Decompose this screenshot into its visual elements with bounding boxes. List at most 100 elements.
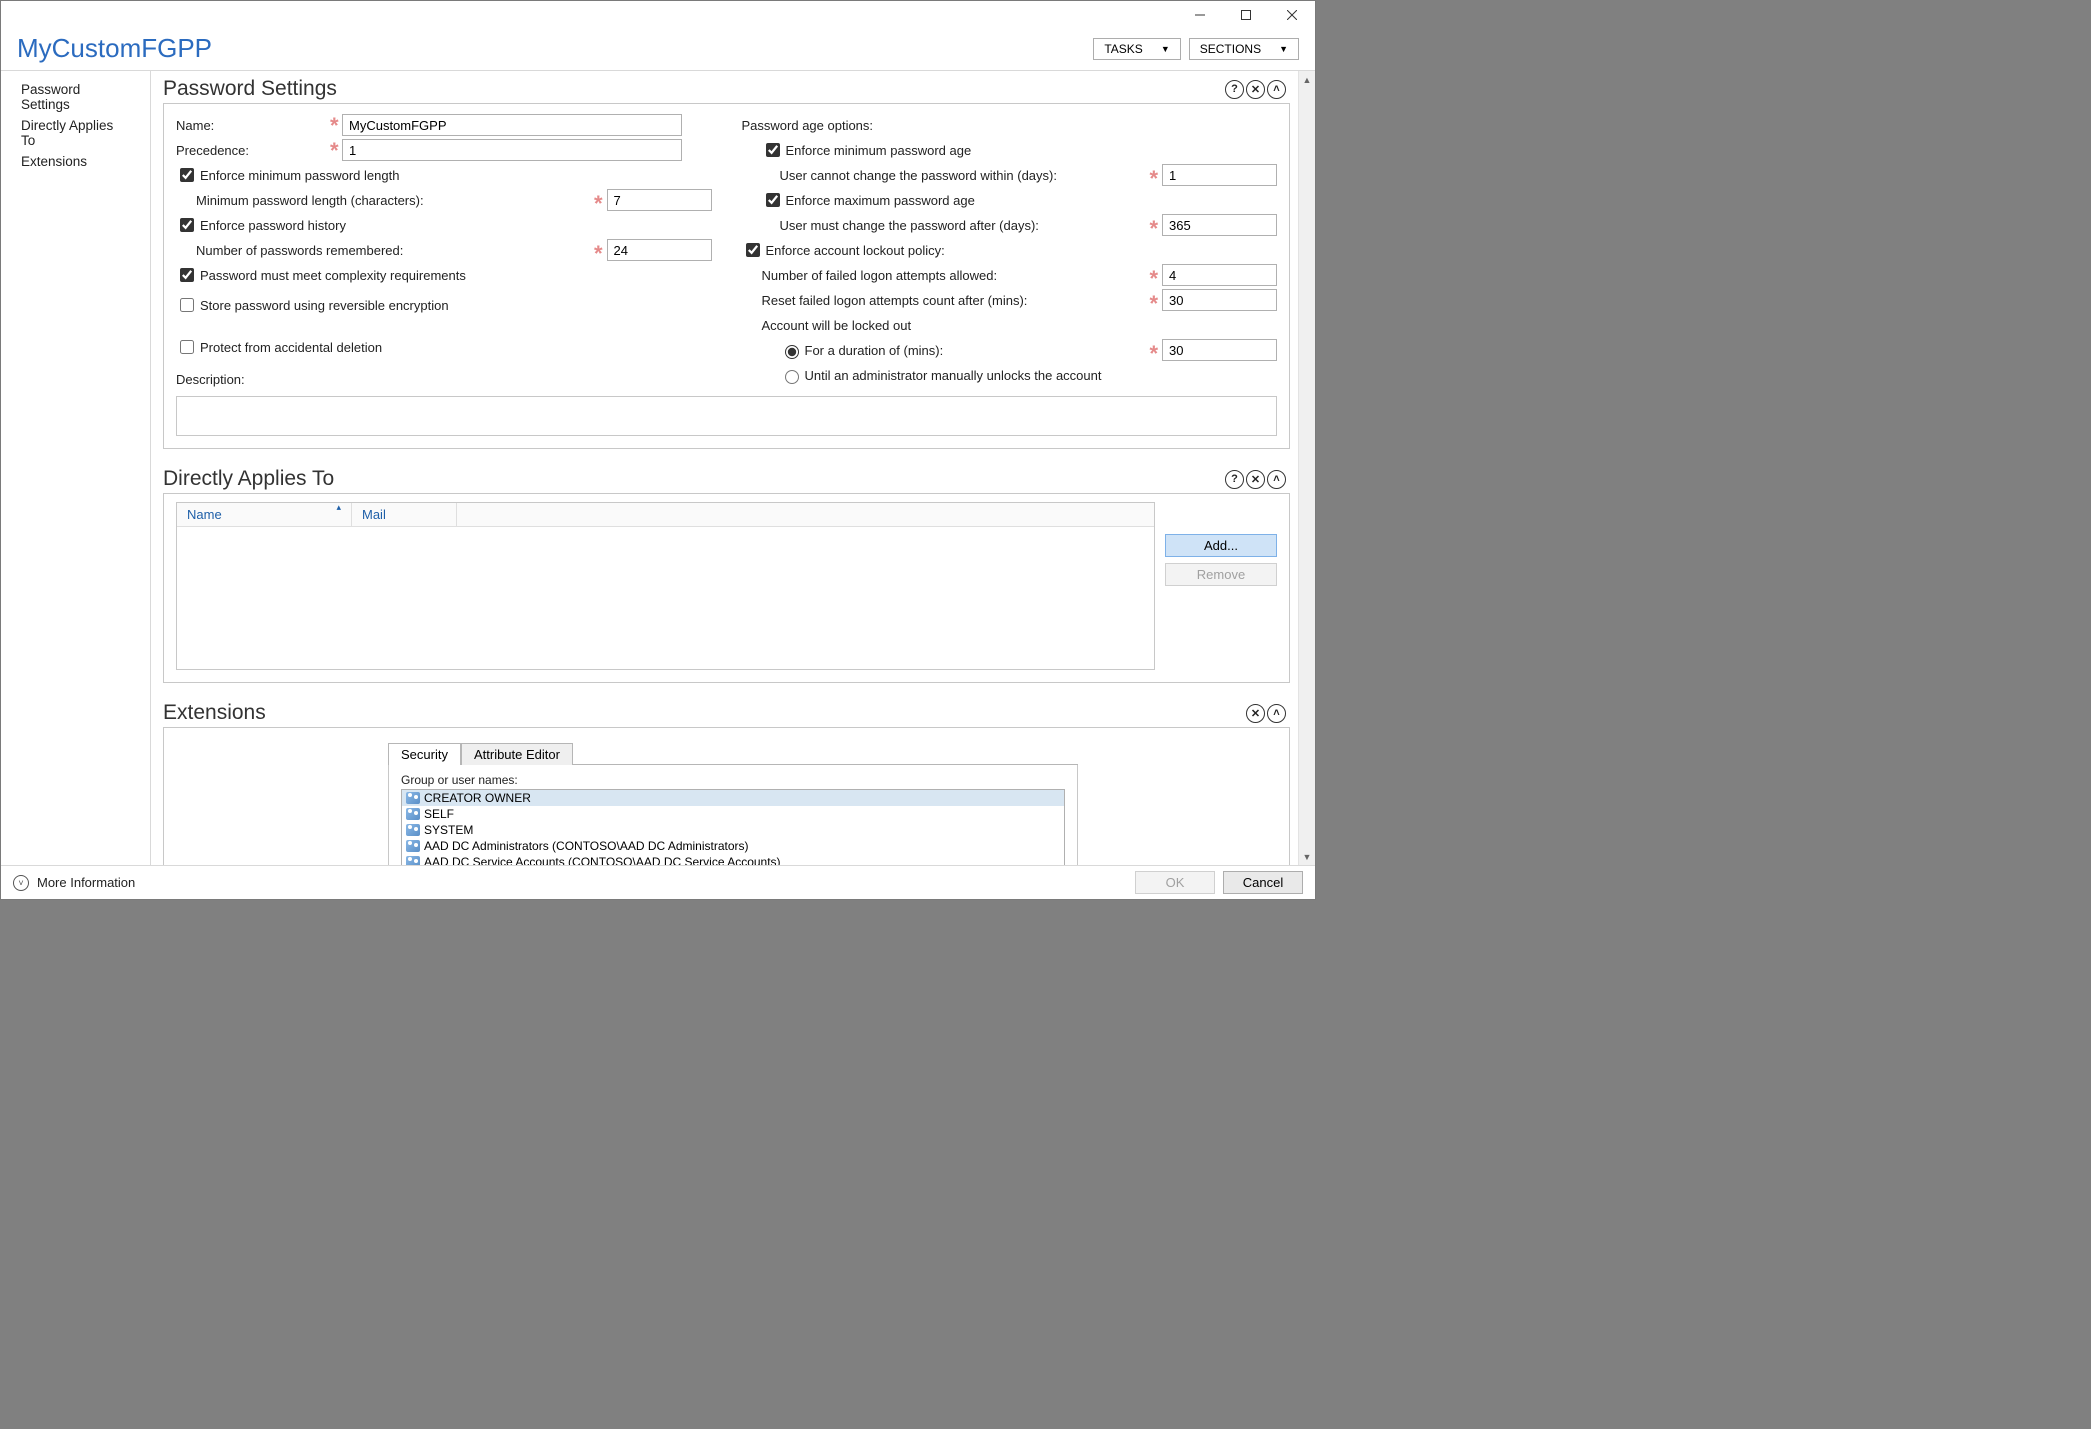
sections-label: SECTIONS — [1200, 42, 1261, 56]
close-section-icon[interactable]: ✕ — [1246, 470, 1265, 489]
sidebar-item-password-settings[interactable]: Password Settings — [1, 79, 150, 115]
enforce-min-length-checkbox[interactable] — [180, 168, 194, 182]
list-item[interactable]: AAD DC Administrators (CONTOSO\AAD DC Ad… — [402, 838, 1064, 854]
enforce-min-age-checkbox[interactable] — [766, 143, 780, 157]
duration-label: For a duration of (mins): — [805, 343, 1146, 358]
titlebar — [1, 1, 1315, 31]
more-information-link[interactable]: More Information — [37, 875, 135, 890]
section-title: Directly Applies To — [163, 467, 1225, 491]
chevron-down-icon: ▼ — [1161, 44, 1170, 54]
reversible-label: Store password using reversible encrypti… — [200, 298, 449, 313]
group-icon — [406, 840, 420, 852]
ok-button: OK — [1135, 871, 1215, 894]
applies-to-grid[interactable]: Name Mail — [176, 502, 1155, 670]
list-item[interactable]: SELF — [402, 806, 1064, 822]
scrollbar[interactable]: ▲ ▼ — [1298, 71, 1315, 865]
scroll-up-icon[interactable]: ▲ — [1299, 71, 1315, 88]
tasks-dropdown[interactable]: TASKS ▼ — [1093, 38, 1180, 60]
required-icon: * — [326, 138, 343, 163]
tab-attribute-editor[interactable]: Attribute Editor — [461, 743, 573, 765]
duration-radio[interactable] — [785, 345, 799, 359]
section-header-directly-applies-to: Directly Applies To ? ✕ ˄ — [163, 461, 1290, 493]
name-label: Name: — [176, 118, 326, 133]
group-icon — [406, 808, 420, 820]
required-icon: * — [326, 113, 343, 138]
description-input[interactable] — [176, 396, 1277, 436]
list-item[interactable]: SYSTEM — [402, 822, 1064, 838]
maximize-button[interactable] — [1223, 1, 1269, 29]
column-mail[interactable]: Mail — [352, 503, 457, 526]
section-header-password-settings: Password Settings ? ✕ ˄ — [163, 71, 1290, 103]
complexity-checkbox[interactable] — [180, 268, 194, 282]
main-wrap: Password Settings ? ✕ ˄ Name:* Precedenc… — [151, 71, 1315, 865]
min-length-input[interactable] — [607, 189, 712, 211]
history-count-input[interactable] — [607, 239, 712, 261]
description-label: Description: — [176, 372, 245, 387]
add-button[interactable]: Add... — [1165, 534, 1277, 557]
extensions-panel: Security Attribute Editor Group or user … — [163, 727, 1290, 865]
min-age-label: User cannot change the password within (… — [780, 168, 1146, 183]
cancel-button[interactable]: Cancel — [1223, 871, 1303, 894]
collapse-icon[interactable]: ˄ — [1267, 470, 1286, 489]
tab-security[interactable]: Security — [388, 743, 461, 765]
close-section-icon[interactable]: ✕ — [1246, 704, 1265, 723]
directly-applies-panel: Name Mail Add... Remove — [163, 493, 1290, 683]
security-tab-content: Group or user names: CREATOR OWNER SELF … — [388, 765, 1078, 865]
max-age-input[interactable] — [1162, 214, 1277, 236]
until-admin-radio[interactable] — [785, 370, 799, 384]
enforce-history-label: Enforce password history — [200, 218, 346, 233]
group-icon — [406, 856, 420, 865]
min-age-input[interactable] — [1162, 164, 1277, 186]
min-length-label: Minimum password length (characters): — [196, 193, 590, 208]
age-options-label: Password age options: — [742, 118, 874, 133]
sections-dropdown[interactable]: SECTIONS ▼ — [1189, 38, 1299, 60]
enforce-history-checkbox[interactable] — [180, 218, 194, 232]
history-count-label: Number of passwords remembered: — [196, 243, 590, 258]
chevron-down-icon[interactable]: ˅ — [13, 875, 29, 891]
help-icon[interactable]: ? — [1225, 470, 1244, 489]
reset-count-label: Reset failed logon attempts count after … — [762, 293, 1146, 308]
enforce-lockout-checkbox[interactable] — [746, 243, 760, 257]
column-name[interactable]: Name — [177, 503, 352, 526]
collapse-icon[interactable]: ˄ — [1267, 704, 1286, 723]
password-settings-panel: Name:* Precedence:* Enforce minimum pass… — [163, 103, 1290, 449]
close-button[interactable] — [1269, 1, 1315, 29]
required-icon: * — [1145, 349, 1162, 359]
section-header-extensions: Extensions ✕ ˄ — [163, 695, 1290, 727]
until-admin-label: Until an administrator manually unlocks … — [805, 368, 1102, 383]
scroll-down-icon[interactable]: ▼ — [1299, 848, 1315, 865]
help-icon[interactable]: ? — [1225, 80, 1244, 99]
required-icon: * — [1145, 299, 1162, 309]
sidebar-item-extensions[interactable]: Extensions — [1, 151, 150, 172]
list-item-label: SYSTEM — [424, 823, 473, 837]
close-section-icon[interactable]: ✕ — [1246, 80, 1265, 99]
sidebar: Password Settings Directly Applies To Ex… — [1, 71, 151, 865]
max-age-label: User must change the password after (day… — [780, 218, 1146, 233]
fail-count-label: Number of failed logon attempts allowed: — [762, 268, 1146, 283]
enforce-max-age-checkbox[interactable] — [766, 193, 780, 207]
reset-count-input[interactable] — [1162, 289, 1277, 311]
minimize-button[interactable] — [1177, 1, 1223, 29]
sidebar-item-directly-applies-to[interactable]: Directly Applies To — [1, 115, 150, 151]
precedence-label: Precedence: — [176, 143, 326, 158]
tasks-label: TASKS — [1104, 42, 1142, 56]
required-icon: * — [1145, 274, 1162, 284]
header: MyCustomFGPP TASKS▼ SECTIONS▼ — [1, 31, 1315, 71]
chevron-down-icon: ▼ — [1279, 44, 1288, 54]
list-item[interactable]: CREATOR OWNER — [402, 790, 1064, 806]
group-user-list[interactable]: CREATOR OWNER SELF SYSTEM AAD DC Adminis… — [401, 789, 1065, 865]
complexity-label: Password must meet complexity requiremen… — [200, 268, 466, 283]
reversible-checkbox[interactable] — [180, 298, 194, 312]
body: Password Settings Directly Applies To Ex… — [1, 71, 1315, 865]
lockout-head-label: Account will be locked out — [762, 318, 912, 333]
enforce-min-length-label: Enforce minimum password length — [200, 168, 399, 183]
precedence-input[interactable] — [342, 139, 682, 161]
main: Password Settings ? ✕ ˄ Name:* Precedenc… — [151, 71, 1298, 865]
list-item[interactable]: AAD DC Service Accounts (CONTOSO\AAD DC … — [402, 854, 1064, 865]
duration-input[interactable] — [1162, 339, 1277, 361]
protect-checkbox[interactable] — [180, 340, 194, 354]
fail-count-input[interactable] — [1162, 264, 1277, 286]
collapse-icon[interactable]: ˄ — [1267, 80, 1286, 99]
name-input[interactable] — [342, 114, 682, 136]
list-item-label: AAD DC Service Accounts (CONTOSO\AAD DC … — [424, 855, 781, 865]
